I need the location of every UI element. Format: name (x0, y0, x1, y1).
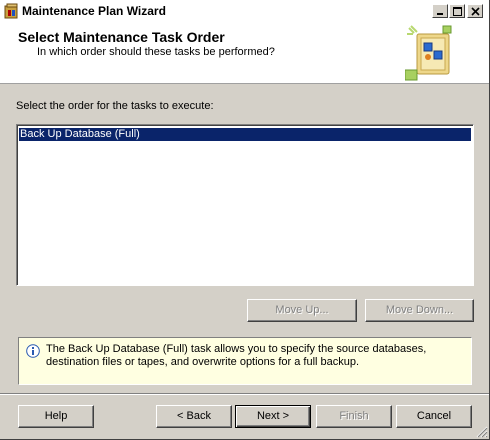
wizard-header: Select Maintenance Task Order In which o… (0, 22, 489, 84)
next-button[interactable]: Next > (235, 405, 311, 428)
info-icon (26, 344, 40, 358)
close-icon (471, 7, 480, 16)
maximize-button[interactable] (449, 4, 465, 18)
help-button[interactable]: Help (18, 405, 94, 428)
move-down-button[interactable]: Move Down... (365, 299, 474, 322)
page-subtitle: In which order should these tasks be per… (37, 46, 275, 58)
task-description-panel: The Back Up Database (Full) task allows … (18, 337, 472, 385)
cancel-button[interactable]: Cancel (396, 405, 472, 428)
footer-divider (0, 393, 489, 395)
finish-button[interactable]: Finish (316, 405, 392, 428)
task-order-label: Select the order for the tasks to execut… (16, 100, 214, 112)
wizard-banner-icon (404, 24, 455, 82)
resize-grip-icon[interactable] (476, 426, 488, 438)
close-button[interactable] (467, 4, 483, 18)
task-description-text: The Back Up Database (Full) task allows … (46, 343, 427, 368)
title-bar[interactable]: Maintenance Plan Wizard (0, 0, 489, 22)
task-order-listbox[interactable]: Back Up Database (Full) (16, 124, 474, 286)
minimize-icon (437, 13, 443, 15)
move-up-button[interactable]: Move Up... (247, 299, 357, 322)
minimize-button[interactable] (432, 4, 448, 18)
window-controls (431, 4, 483, 18)
window-title: Maintenance Plan Wizard (22, 4, 166, 18)
wizard-window: Maintenance Plan Wizard Select Maintenan… (0, 0, 490, 440)
wizard-app-icon (4, 3, 20, 19)
page-title: Select Maintenance Task Order (18, 29, 225, 45)
back-button[interactable]: < Back (156, 405, 232, 428)
maximize-icon (453, 7, 462, 16)
list-item[interactable]: Back Up Database (Full) (19, 128, 471, 141)
